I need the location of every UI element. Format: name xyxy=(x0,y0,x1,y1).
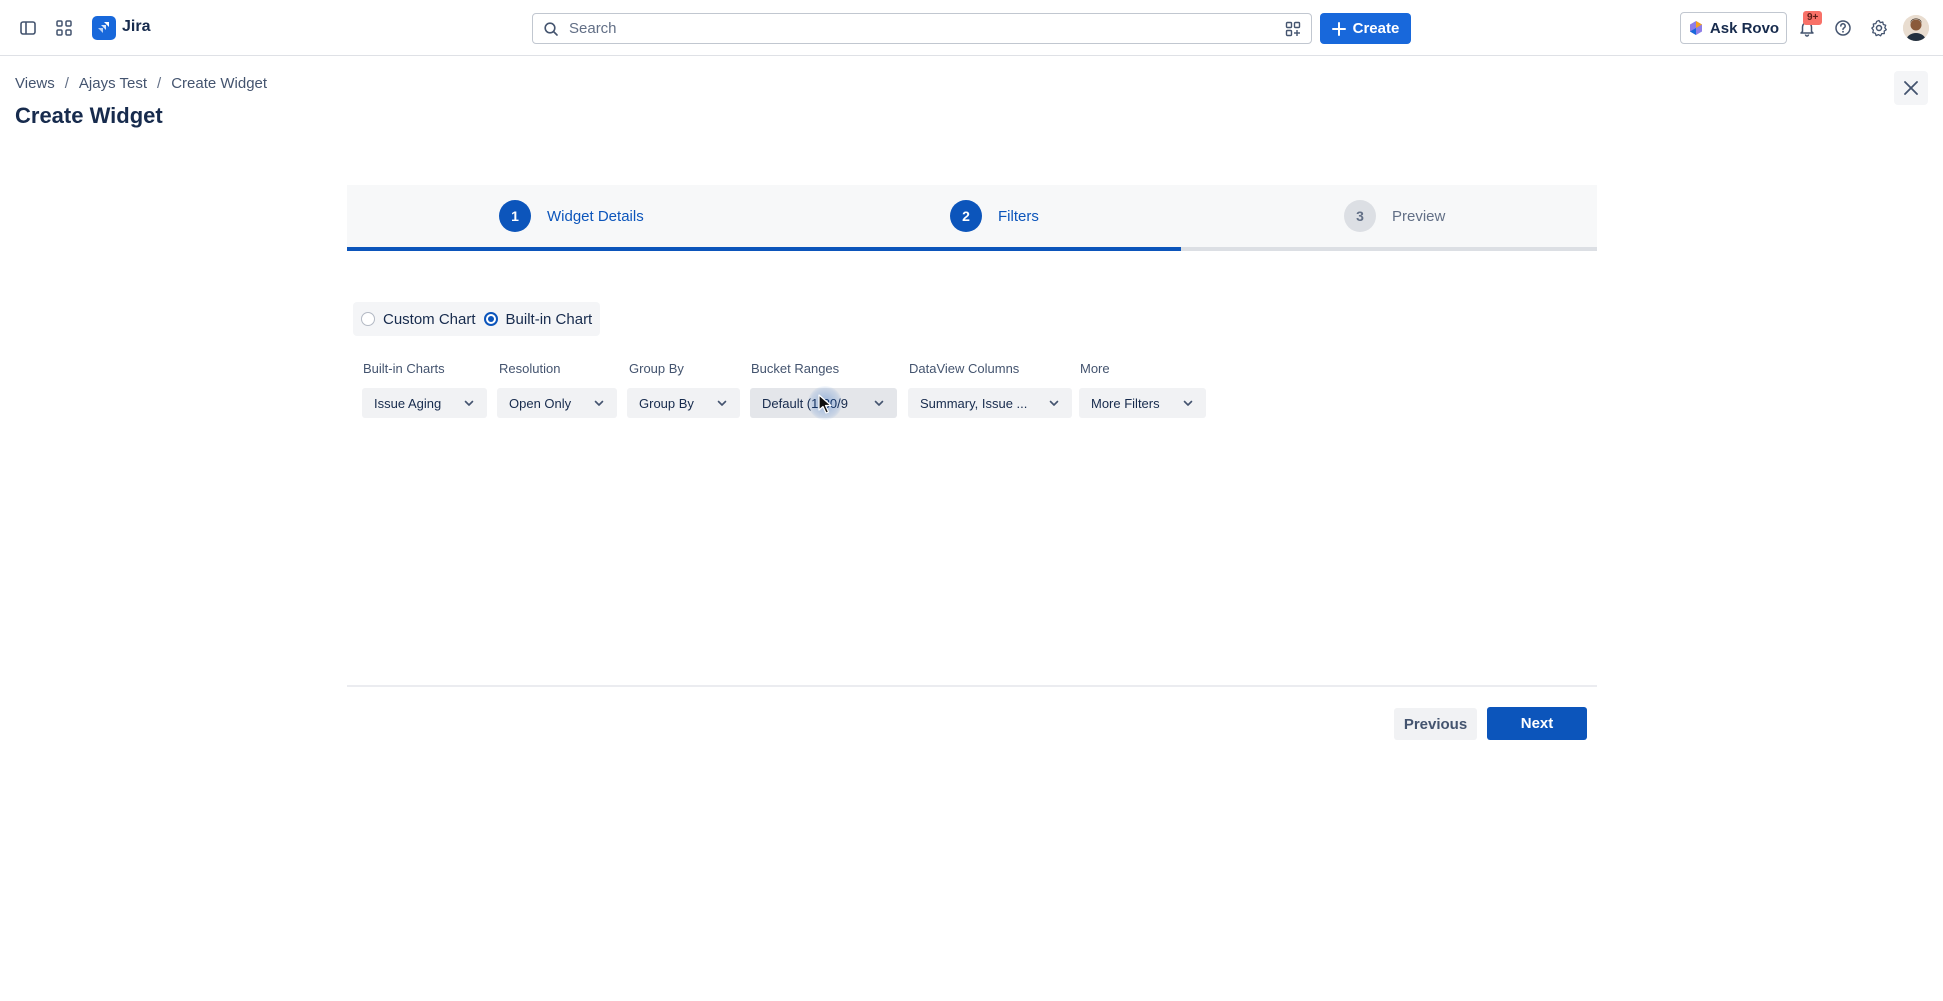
create-button-label: Create xyxy=(1352,20,1400,37)
chevron-down-icon xyxy=(594,400,604,406)
group-by-label: Group By xyxy=(629,361,684,376)
chart-type-radio-group: Custom Chart Built-in Chart xyxy=(353,302,601,336)
dataview-columns-label: DataView Columns xyxy=(909,361,1020,376)
breadcrumb-item-views[interactable]: Views xyxy=(15,75,55,92)
breadcrumb-item-project[interactable]: Ajays Test xyxy=(79,75,147,92)
breadcrumb-separator: / xyxy=(157,75,162,92)
dataview-columns-dropdown[interactable]: Summary, Issue ... xyxy=(908,388,1072,418)
step-number: 1 xyxy=(499,200,531,232)
app-name[interactable]: Jira xyxy=(122,18,150,36)
resolution-dropdown[interactable]: Open Only xyxy=(497,388,617,418)
top-navigation: Jira Create Ask Rovo 9+ xyxy=(0,0,1943,56)
dropdown-value: Issue Aging xyxy=(374,395,442,411)
sidebar-toggle-icon xyxy=(20,21,36,35)
custom-chart-radio[interactable]: Custom Chart xyxy=(361,311,476,328)
plus-icon xyxy=(1331,21,1346,36)
more-label: More xyxy=(1080,361,1110,376)
chevron-down-icon xyxy=(874,400,884,406)
next-button[interactable]: Next xyxy=(1487,707,1587,740)
close-button[interactable] xyxy=(1894,71,1928,105)
step-number: 3 xyxy=(1344,200,1376,232)
close-icon xyxy=(1904,81,1918,95)
search-input[interactable] xyxy=(569,20,1259,37)
ask-rovo-button[interactable]: Ask Rovo xyxy=(1680,12,1787,44)
breadcrumb-separator: / xyxy=(64,75,69,92)
chevron-down-icon xyxy=(1049,400,1059,406)
search-icon xyxy=(544,21,558,36)
step-widget-details[interactable]: 1 Widget Details xyxy=(499,200,644,232)
search-bar[interactable] xyxy=(532,13,1312,44)
gear-icon xyxy=(1871,19,1887,37)
page-title: Create Widget xyxy=(15,103,163,128)
progress-fill xyxy=(347,247,1181,251)
bucket-ranges-dropdown[interactable]: Default (1-30/9 xyxy=(750,388,897,418)
built-in-charts-dropdown[interactable]: Issue Aging xyxy=(362,388,487,418)
settings-button[interactable] xyxy=(1865,14,1893,42)
footer-divider xyxy=(347,685,1597,687)
step-label: Filters xyxy=(998,207,1039,225)
previous-button[interactable]: Previous xyxy=(1394,708,1477,740)
app-switcher-icon xyxy=(56,20,72,36)
chevron-down-icon xyxy=(464,400,474,406)
jira-logo-icon xyxy=(98,22,109,33)
breadcrumb: Views / Ajays Test / Create Widget xyxy=(15,75,267,92)
ask-rovo-label: Ask Rovo xyxy=(1709,19,1780,37)
user-avatar-icon xyxy=(1903,15,1929,41)
app-switcher-button[interactable] xyxy=(50,14,78,42)
more-filters-dropdown[interactable]: More Filters xyxy=(1079,388,1206,418)
dropdown-value: More Filters xyxy=(1091,395,1160,411)
radio-checked[interactable] xyxy=(483,312,498,326)
built-in-charts-label: Built-in Charts xyxy=(363,361,445,376)
help-icon xyxy=(1835,20,1851,36)
progress-stepper: 1 Widget Details 2 Filters 3 Preview xyxy=(347,185,1597,251)
rovo-icon xyxy=(1689,21,1702,35)
step-number: 2 xyxy=(950,200,982,232)
dropdown-value: Group By xyxy=(639,395,694,411)
dropdown-value: Open Only xyxy=(509,395,572,411)
chevron-down-icon xyxy=(1183,400,1193,406)
notifications-badge: 9+ xyxy=(1803,11,1823,25)
dropdown-value: Summary, Issue ... xyxy=(920,395,1028,411)
step-preview[interactable]: 3 Preview xyxy=(1344,200,1445,232)
avatar[interactable] xyxy=(1903,15,1929,41)
jira-logo[interactable] xyxy=(92,16,116,40)
step-filters[interactable]: 2 Filters xyxy=(950,200,1039,232)
radio-label: Built-in Chart xyxy=(505,310,593,328)
step-label: Preview xyxy=(1392,207,1446,225)
help-button[interactable] xyxy=(1829,14,1857,42)
chevron-down-icon xyxy=(717,400,727,406)
group-by-dropdown[interactable]: Group By xyxy=(627,388,740,418)
breadcrumb-item-current[interactable]: Create Widget xyxy=(171,75,267,92)
radio-label: Custom Chart xyxy=(383,310,476,328)
built-in-chart-radio[interactable]: Built-in Chart xyxy=(483,310,593,328)
resolution-label: Resolution xyxy=(499,361,561,376)
create-button[interactable]: Create xyxy=(1320,13,1411,44)
step-label: Widget Details xyxy=(547,207,644,225)
radio-unchecked[interactable] xyxy=(361,312,375,326)
bucket-ranges-label: Bucket Ranges xyxy=(751,361,840,376)
dropdown-value: Default (1-30/9 xyxy=(762,395,848,411)
sidebar-toggle-button[interactable] xyxy=(14,14,42,42)
filter-icon[interactable] xyxy=(1285,21,1301,37)
